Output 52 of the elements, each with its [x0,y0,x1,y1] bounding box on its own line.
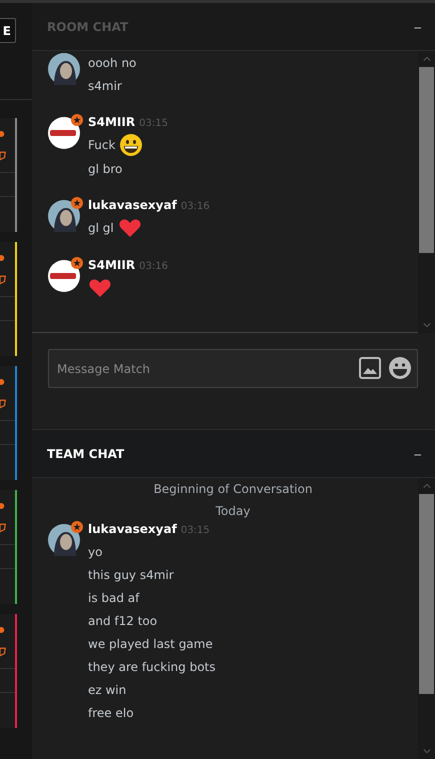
room-chat-title: ROOM CHAT [47,20,128,34]
username: lukavasexyaf [88,198,177,212]
star-badge-icon [71,521,83,533]
message-text: is bad af [88,590,140,604]
message-input[interactable]: Message Match [48,349,418,388]
conversation-notice: Today [214,503,252,520]
badge-icon [0,252,6,264]
message-text: gl gl [88,221,114,235]
timestamp: 03:16 [139,261,168,272]
shield-icon [0,646,6,658]
image-icon[interactable] [358,356,382,380]
username: lukavasexyaf [88,522,177,536]
message-text: they are fucking bots [88,660,216,674]
collapse-button[interactable]: – [412,446,423,460]
star-badge-icon [71,114,83,126]
message-text: yo [88,544,102,558]
badge-icon [0,624,6,636]
scroll-down-icon[interactable] [422,748,430,754]
timestamp: 03:15 [180,525,210,536]
message-text: ez win [88,682,126,696]
team-chat-title: TEAM CHAT [47,446,124,460]
star-badge-icon [71,197,83,209]
message-text: Fuck [88,138,116,152]
shield-icon [0,398,6,410]
message-text: we played last game [88,636,213,650]
badge-icon [0,128,6,140]
scrollbar[interactable] [418,478,435,759]
collapse-button[interactable]: – [412,20,423,34]
badge-icon [0,500,6,512]
star-badge-icon [71,257,83,269]
scroll-up-icon[interactable] [422,56,430,62]
emoji-icon[interactable] [388,356,412,380]
shield-icon [0,150,6,162]
message-text: gl bro [88,162,122,176]
scroll-down-icon[interactable] [422,322,430,328]
shield-icon [0,522,6,534]
username: S4MIIR [88,115,136,129]
badge-icon [0,376,6,388]
message-text: this guy s4mir [88,568,174,582]
scroll-up-icon[interactable] [422,483,430,489]
message-text: and f12 too [88,614,158,628]
message-text: free elo [88,706,134,720]
username: S4MIIR [88,258,136,272]
message-text: oooh no [88,56,136,70]
grin-emoji-icon [119,133,144,157]
side-button[interactable]: E [0,18,16,43]
timestamp: 03:15 [139,118,168,129]
timestamp: 03:16 [180,201,210,212]
message-text: s4mir [88,78,122,92]
conversation-notice: Beginning of Conversation [152,481,314,498]
scrollbar[interactable] [418,51,435,333]
shield-icon [0,274,6,286]
